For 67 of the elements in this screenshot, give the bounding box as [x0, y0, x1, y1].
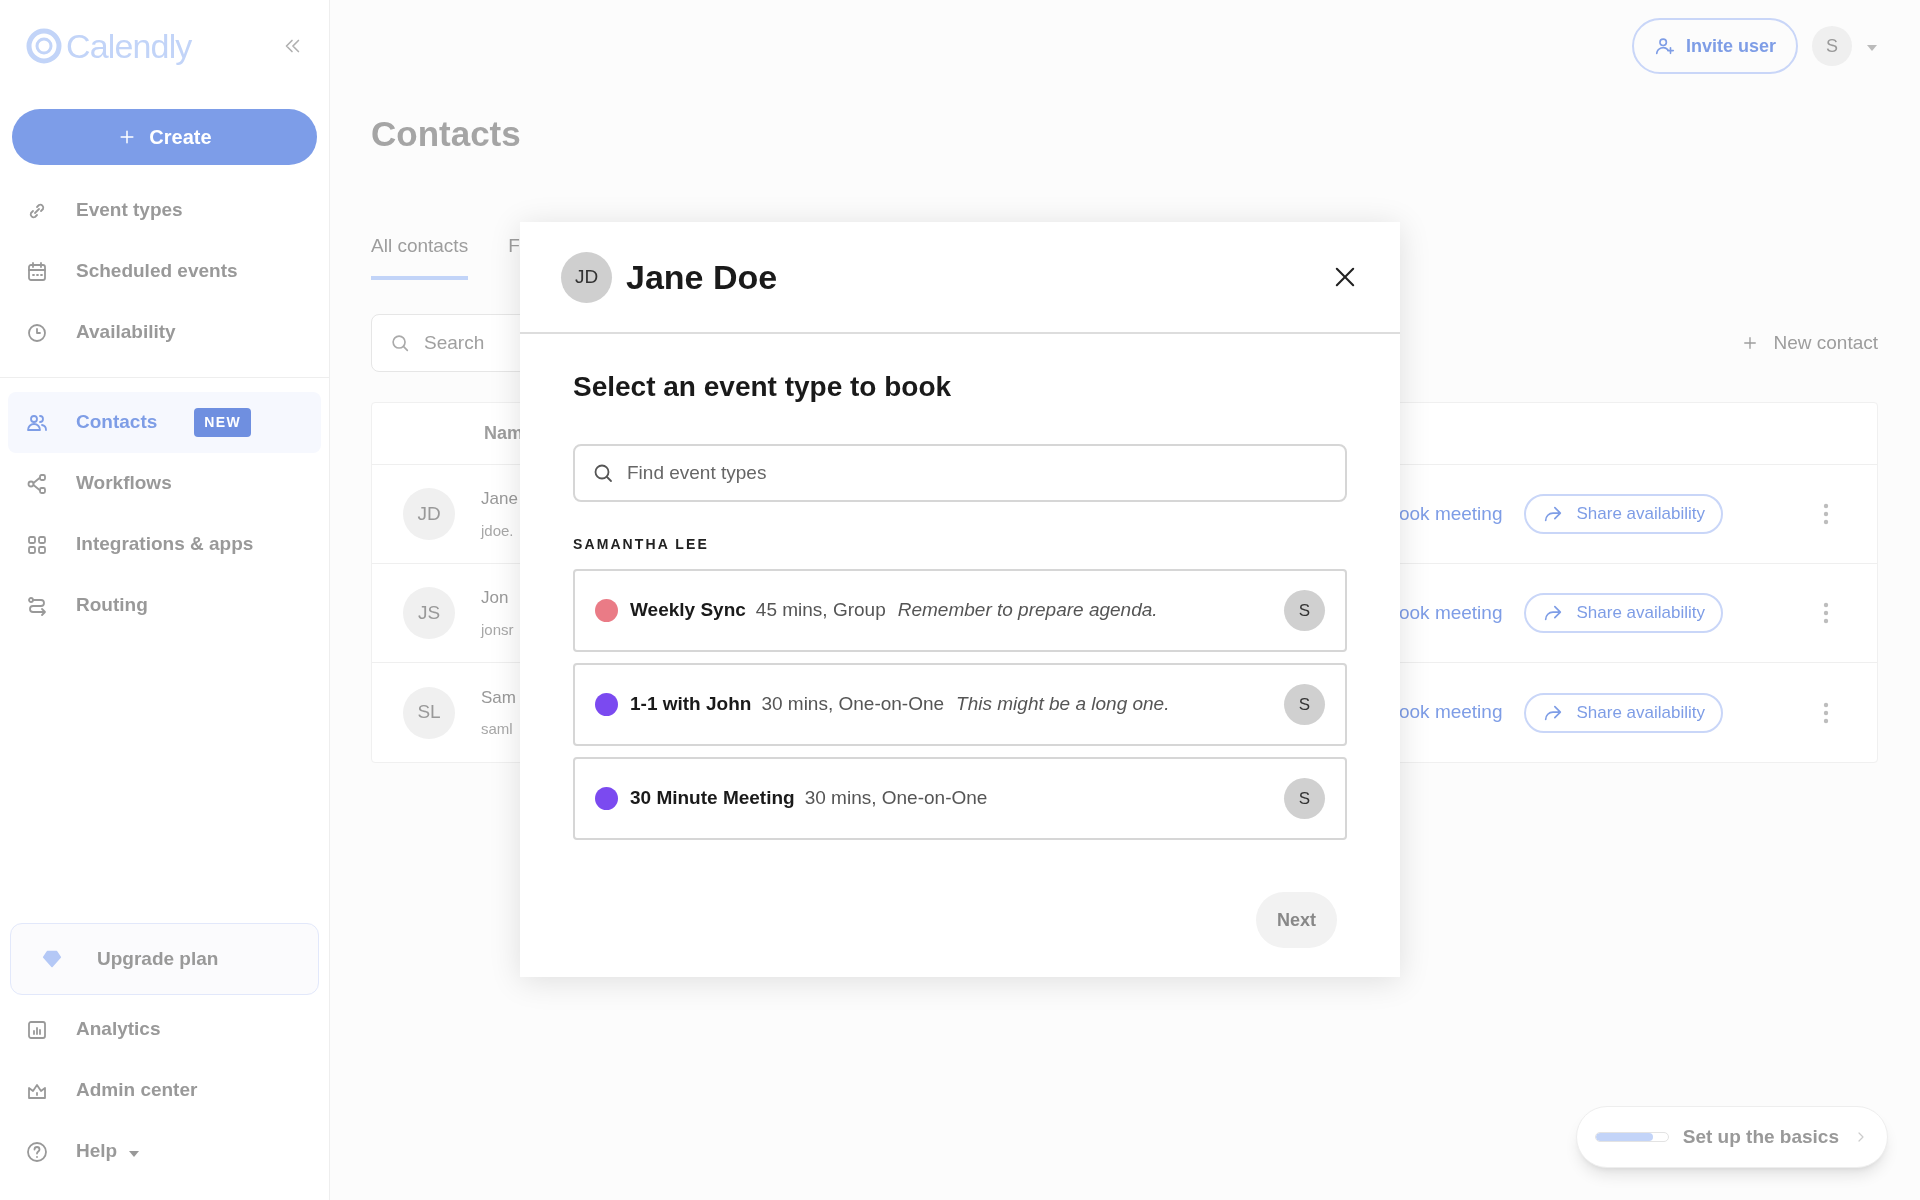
event-details: 30 mins, One-on-One — [804, 786, 988, 811]
contact-avatar: SL — [403, 686, 455, 739]
new-contact-button[interactable]: New contact — [1741, 328, 1878, 358]
contact-avatar: JS — [403, 587, 455, 639]
tab[interactable]: F — [508, 232, 520, 280]
diamond-icon — [41, 948, 63, 970]
event-type-option[interactable]: 1-1 with John 30 mins, One-on-One This might be a long one. S — [573, 663, 1347, 746]
nav-item[interactable]: Availability — [8, 302, 321, 363]
more-options-icon[interactable] — [1823, 701, 1829, 724]
book-meeting-link[interactable]: ook meeting — [1398, 698, 1503, 727]
nav-item[interactable]: Admin center — [8, 1060, 321, 1121]
nav-item[interactable]: Scheduled events — [8, 241, 321, 302]
event-type-option[interactable]: Weekly Sync 45 mins, Group Remember to prepare agenda. S — [573, 569, 1347, 652]
event-note: Remember to prepare agenda. — [897, 598, 1158, 623]
logo-text: Calendly — [66, 25, 192, 67]
add-person-icon — [1653, 35, 1676, 57]
host-avatar: S — [1284, 778, 1325, 819]
contact-avatar: JD — [403, 488, 455, 540]
nav-item[interactable]: Routing — [8, 575, 321, 636]
contact-email: saml — [481, 719, 514, 739]
more-options-icon[interactable] — [1823, 602, 1829, 624]
event-type-option[interactable]: 30 Minute Meeting 30 mins, One-on-One S — [573, 757, 1347, 840]
share-availability-button[interactable]: Share availability — [1524, 494, 1723, 534]
contact-name: Jane — [481, 488, 518, 510]
setup-progress-pill[interactable]: Set up the basics — [1575, 1106, 1888, 1168]
new-badge: NEW — [194, 408, 252, 437]
user-avatar[interactable]: S — [1812, 26, 1852, 66]
page-title: Contacts — [371, 116, 522, 151]
logo-icon — [26, 28, 62, 64]
calendar-icon — [25, 259, 49, 284]
contact-name: Sam — [481, 686, 516, 709]
share-availability-button[interactable]: Share availability — [1524, 593, 1723, 633]
nav-item[interactable]: Analytics — [8, 999, 321, 1060]
next-button[interactable]: Next — [1256, 892, 1337, 948]
host-avatar: S — [1284, 684, 1325, 725]
event-note: This might be a long one. — [956, 692, 1170, 717]
book-meeting-link[interactable]: ook meeting — [1398, 598, 1503, 628]
share-availability-button[interactable]: Share availability — [1524, 692, 1723, 733]
event-name: 1-1 with John — [630, 692, 752, 717]
host-avatar: S — [1284, 590, 1325, 631]
nav-item[interactable]: Integrations & apps — [8, 514, 321, 575]
help-icon — [25, 1139, 49, 1164]
caret-icon[interactable] — [1866, 44, 1878, 52]
nav-item[interactable]: Event types — [8, 180, 321, 241]
nav-item[interactable]: Help — [8, 1121, 321, 1182]
tab[interactable]: All contacts — [371, 232, 469, 280]
create-button[interactable]: Create — [12, 109, 317, 165]
upgrade-plan-button[interactable]: Upgrade plan — [10, 923, 319, 995]
contact-email: jonsr — [481, 619, 514, 640]
book-meeting-link[interactable]: ook meeting — [1398, 499, 1503, 529]
contact-avatar: JD — [561, 251, 612, 303]
contact-name: Jon — [481, 587, 510, 609]
dialog-heading: Select an event type to book — [573, 370, 953, 404]
owner-label: SAMANTHA LEE — [573, 535, 710, 554]
event-search-field[interactable]: Find event types — [573, 444, 1347, 502]
event-name: 30 Minute Meeting — [630, 786, 795, 811]
invite-user-button[interactable]: Invite user — [1631, 18, 1798, 74]
event-details: 45 mins, Group — [755, 598, 886, 623]
dialog-title: Jane Doe — [626, 256, 778, 298]
nav-item[interactable]: Contacts NEW — [8, 392, 321, 453]
more-options-icon[interactable] — [1823, 503, 1829, 525]
event-details: 30 mins, One-on-One — [761, 692, 945, 717]
event-name: Weekly Sync — [630, 598, 746, 623]
nodes-icon — [25, 471, 49, 496]
nav-item[interactable]: Workflows — [8, 453, 321, 514]
contact-email: jdoe. — [481, 520, 515, 541]
caret-icon — [128, 1149, 141, 1158]
